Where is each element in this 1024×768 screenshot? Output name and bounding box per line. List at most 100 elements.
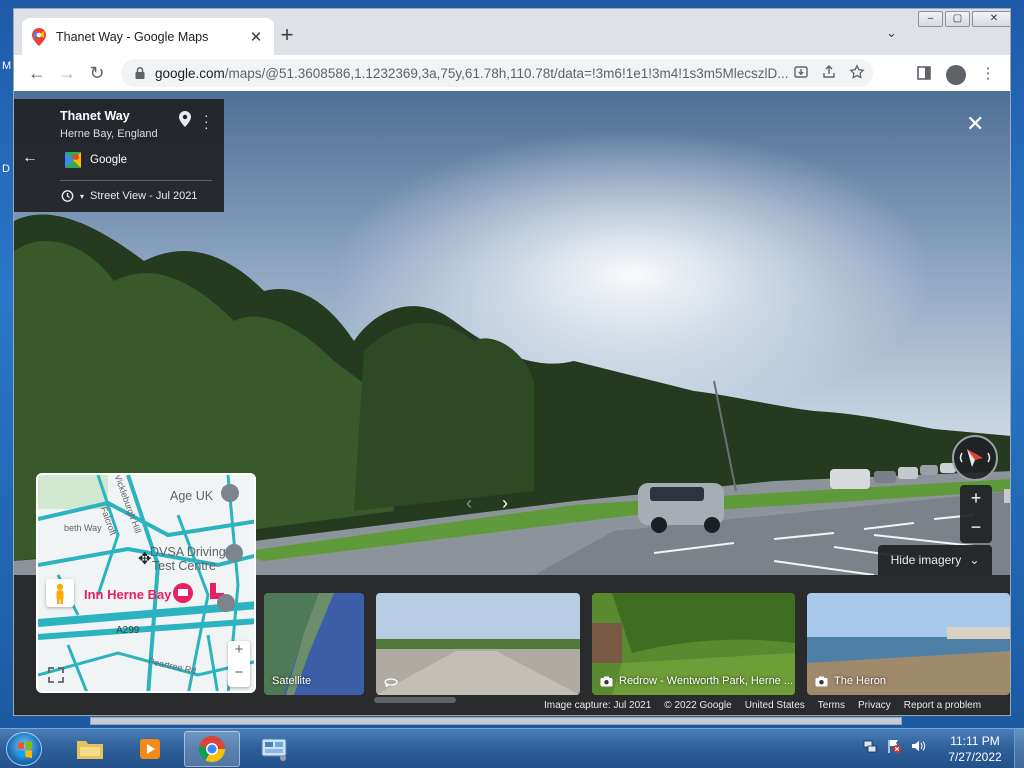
hide-imagery-label: Hide imagery [890, 553, 962, 567]
map-label-inn-herne-bay: Inn Herne Bay [84, 587, 172, 602]
footer-image-capture: Image capture: Jul 2021 [544, 700, 652, 711]
taskbar-file-explorer[interactable] [62, 731, 118, 767]
tab-close-icon[interactable]: ✕ [248, 28, 264, 46]
windows-logo-icon [18, 741, 32, 758]
more-options-icon[interactable]: · · · [204, 108, 209, 134]
menu-kebab-icon[interactable]: ⋮ [976, 59, 1000, 87]
thumbnail-the-heron[interactable]: The Heron [807, 593, 1010, 695]
google-maps-icon [32, 27, 46, 46]
bookmark-star-icon[interactable] [849, 64, 865, 80]
tab-google-maps[interactable]: Thanet Way - Google Maps ✕ [22, 18, 274, 55]
street-thumbnail-image [376, 593, 580, 695]
control-panel-icon [261, 738, 287, 761]
media-player-icon [140, 739, 160, 759]
side-panel-icon[interactable] [912, 59, 936, 87]
thumbnail-street-view-360[interactable] [376, 593, 580, 695]
source-name: Google [90, 154, 128, 166]
footer-report-link[interactable]: Report a problem [904, 700, 981, 711]
zoom-out-button[interactable]: − [960, 514, 992, 543]
place-title[interactable]: Thanet Way [60, 109, 130, 123]
footer-terms-link[interactable]: Terms [818, 700, 845, 711]
maps-viewport: ← Thanet Way Herne Bay, England · · · Goog… [14, 91, 1010, 715]
location-pin-icon[interactable] [178, 110, 192, 128]
taskbar-chrome[interactable] [184, 731, 240, 767]
minimap-zoom-out-button[interactable]: − [228, 664, 250, 687]
thumbnail-satellite[interactable]: Satellite [264, 593, 364, 695]
restore-button[interactable]: ▢ [945, 11, 970, 27]
desktop-edge-letter: M [2, 60, 12, 72]
thumbnail-label: Satellite [272, 675, 312, 687]
forward-button[interactable]: → [52, 58, 82, 88]
minimap-zoom-in-button[interactable]: + [228, 641, 250, 664]
pano-nav-arrows: ‹ › [466, 493, 508, 514]
zoom-control: + − [960, 485, 992, 543]
maps-footer: Image capture: Jul 2021 © 2022 Google Un… [544, 700, 981, 711]
next-arrow-icon[interactable]: › [502, 493, 508, 514]
desktop-edge-letter: D [2, 163, 10, 175]
action-center-flag-icon[interactable] [886, 738, 902, 754]
taskbar-media-player[interactable] [122, 731, 178, 767]
map-label-age-uk: Age UK [170, 489, 214, 503]
thumbnail-scrollbar[interactable] [374, 697, 456, 703]
chrome-icon [198, 736, 226, 763]
tab-search-chevron-icon[interactable]: ⌄ [886, 25, 897, 41]
url-text[interactable]: google.com/maps/@51.3608586,1.1232369,3a… [155, 66, 795, 81]
back-button[interactable]: ← [22, 58, 52, 88]
hide-imagery-button[interactable]: Hide imagery ⌄ [878, 545, 992, 575]
card-divider [60, 180, 212, 181]
thumbnail-label: Redrow - Wentworth Park, Herne ... [600, 675, 793, 687]
place-subtitle: Herne Bay, England [60, 128, 158, 140]
capture-label: Street View - Jul 2021 [90, 190, 198, 202]
pegman-icon [56, 583, 64, 604]
browser-window: Thanet Way - Google Maps ✕ + ⌄ – ▢ ✕ ← →… [13, 8, 1011, 716]
share-icon[interactable] [821, 64, 837, 80]
address-bar[interactable]: google.com/maps/@51.3608586,1.1232369,3a… [121, 59, 873, 87]
footer-region-link[interactable]: United States [745, 700, 805, 711]
move-cursor-icon: ✥ [138, 551, 152, 568]
history-clock-icon [61, 190, 74, 202]
camera-icon [600, 676, 613, 686]
clock-time: 11:11 PM [950, 734, 1000, 748]
window-horizontal-scrollbar[interactable] [90, 717, 902, 725]
lock-icon[interactable] [133, 66, 147, 80]
profile-avatar[interactable] [946, 65, 966, 85]
url-host: google.com [155, 65, 225, 81]
network-icon[interactable] [862, 738, 878, 754]
back-arrow-icon[interactable]: ← [22, 149, 38, 167]
minimize-button[interactable]: – [918, 11, 943, 27]
thumbnail-redrow[interactable]: Redrow - Wentworth Park, Herne ... [592, 593, 795, 695]
footer-copyright: © 2022 Google [664, 700, 732, 711]
capture-date-selector[interactable]: ▾ Street View - Jul 2021 [60, 189, 197, 203]
place-info-card: ← Thanet Way Herne Bay, England · · · Goog… [14, 99, 224, 212]
footer-privacy-link[interactable]: Privacy [858, 700, 891, 711]
new-tab-button[interactable]: + [276, 24, 298, 46]
reload-button[interactable]: ↻ [82, 58, 112, 88]
close-window-button[interactable]: ✕ [972, 11, 1010, 27]
install-app-icon[interactable] [793, 64, 809, 80]
dropdown-caret-icon: ▾ [80, 191, 85, 201]
map-label-dvsa: Test Centre [152, 559, 216, 573]
compass-control[interactable] [952, 435, 998, 481]
show-desktop-button[interactable] [1014, 729, 1024, 768]
taskbar-clock[interactable]: 11:11 PM 7/27/2022 [940, 733, 1010, 765]
previous-arrow-icon[interactable]: ‹ [466, 493, 472, 514]
expand-map-icon[interactable] [46, 665, 66, 685]
system-tray [862, 738, 926, 754]
taskbar-control-panel[interactable] [246, 731, 302, 767]
tab-strip: Thanet Way - Google Maps ✕ + ⌄ – ▢ ✕ [14, 9, 1010, 55]
omnibox-actions [793, 64, 865, 80]
thumbnail-label [384, 677, 404, 687]
camera-icon [815, 676, 828, 686]
zoom-in-button[interactable]: + [960, 485, 992, 514]
map-label-road: beth Way [64, 523, 102, 533]
start-button[interactable] [6, 732, 42, 766]
image-source[interactable]: Google [64, 151, 127, 169]
mini-map[interactable]: Age UK Vickleburgh Hill Falcroft beth Wa… [36, 473, 256, 693]
close-street-view-button[interactable]: ✕ [966, 111, 984, 137]
pegman-button[interactable] [46, 579, 74, 607]
compass-icon [959, 449, 991, 467]
map-label-dvsa: DVSA Driving [150, 545, 226, 559]
volume-icon[interactable] [910, 738, 926, 754]
clock-date: 7/27/2022 [948, 750, 1002, 764]
tab-title: Thanet Way - Google Maps [56, 29, 209, 44]
